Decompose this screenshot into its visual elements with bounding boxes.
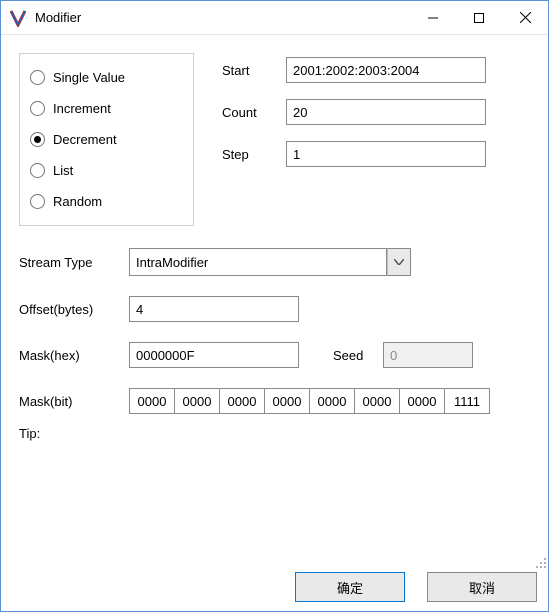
radio-random[interactable]: Random — [30, 186, 173, 217]
mask-bit-label: Mask(bit) — [19, 394, 129, 409]
dropdown-button[interactable] — [387, 248, 411, 276]
count-label: Count — [222, 105, 286, 120]
mask-bit-cell[interactable]: 0000 — [309, 388, 355, 414]
app-icon — [9, 9, 27, 27]
mask-bit-cell[interactable]: 0000 — [354, 388, 400, 414]
count-input[interactable] — [286, 99, 486, 125]
ok-button-label: 确定 — [337, 578, 363, 597]
radio-icon — [30, 194, 45, 209]
modifier-type-group: Single Value Increment Decrement List Ra… — [19, 53, 194, 226]
cancel-button-label: 取消 — [469, 578, 495, 597]
window-title: Modifier — [35, 10, 410, 25]
radio-list[interactable]: List — [30, 155, 173, 186]
mask-hex-input[interactable] — [129, 342, 299, 368]
titlebar: Modifier — [1, 1, 548, 35]
seed-input — [383, 342, 473, 368]
step-label: Step — [222, 147, 286, 162]
resize-grip-icon — [533, 555, 547, 572]
radio-icon — [30, 101, 45, 116]
offset-label: Offset(bytes) — [19, 302, 129, 317]
close-button[interactable] — [502, 1, 548, 35]
minimize-button[interactable] — [410, 1, 456, 35]
mask-hex-label: Mask(hex) — [19, 348, 129, 363]
radio-label: List — [53, 163, 73, 178]
step-input[interactable] — [286, 141, 486, 167]
stream-type-label: Stream Type — [19, 255, 129, 270]
ok-button[interactable]: 确定 — [295, 572, 405, 602]
offset-input[interactable] — [129, 296, 299, 322]
params-area: Start Count Step — [222, 53, 530, 226]
radio-decrement[interactable]: Decrement — [30, 124, 173, 155]
mask-bits-row: 0000 0000 0000 0000 0000 0000 0000 1111 — [129, 388, 489, 414]
seed-label: Seed — [333, 348, 383, 363]
radio-label: Random — [53, 194, 102, 209]
chevron-down-icon — [394, 259, 404, 265]
mask-bit-cell[interactable]: 0000 — [399, 388, 445, 414]
content-area: Single Value Increment Decrement List Ra… — [1, 35, 548, 449]
dialog-buttons: 确定 取消 — [295, 572, 537, 602]
maximize-button[interactable] — [456, 1, 502, 35]
stream-type-value: IntraModifier — [129, 248, 387, 276]
tip-label: Tip: — [19, 426, 40, 441]
radio-icon — [30, 132, 45, 147]
stream-type-select[interactable]: IntraModifier — [129, 248, 411, 276]
radio-label: Increment — [53, 101, 111, 116]
radio-single-value[interactable]: Single Value — [30, 62, 173, 93]
mask-bit-cell[interactable]: 0000 — [264, 388, 310, 414]
radio-label: Single Value — [53, 70, 125, 85]
cancel-button[interactable]: 取消 — [427, 572, 537, 602]
mask-bit-cell[interactable]: 1111 — [444, 388, 490, 414]
radio-icon — [30, 163, 45, 178]
start-input[interactable] — [286, 57, 486, 83]
mask-bit-cell[interactable]: 0000 — [219, 388, 265, 414]
mask-bit-cell[interactable]: 0000 — [174, 388, 220, 414]
mask-bit-cell[interactable]: 0000 — [129, 388, 175, 414]
radio-icon — [30, 70, 45, 85]
radio-label: Decrement — [53, 132, 117, 147]
radio-increment[interactable]: Increment — [30, 93, 173, 124]
start-label: Start — [222, 63, 286, 78]
